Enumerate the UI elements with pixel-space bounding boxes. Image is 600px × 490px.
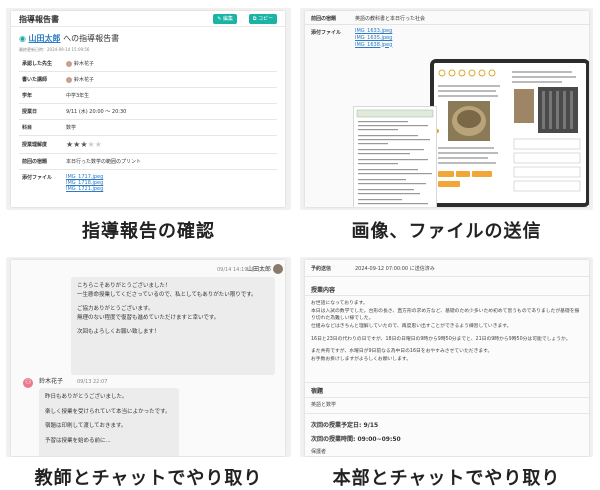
file-link[interactable]: IMG_1721.jpeg [66,186,274,192]
worksheet-preview [353,106,437,207]
worksheet-image [356,109,434,205]
section-title: 宿題 [311,388,324,395]
file-link[interactable]: IMG_1638.jpeg [355,42,392,49]
message-body: お世話になっております。 本日は入試の数学でした。台形の長さ、直方形の求め方など… [311,301,580,363]
uploaded-image-preview [434,63,586,203]
report-header: 指導報告書 ✎ 編集 ⧉ コピー [11,11,285,27]
message-card: 予約送信 2024-09-12 07:00:00 に送信済み 授業内容 お世話に… [305,260,589,456]
section-title: 授業内容 [311,287,336,294]
divider [305,397,589,398]
caption-report: 指導報告の確認 [82,221,215,242]
copy-button[interactable]: ⧉ コピー [248,14,277,24]
avatar [273,264,283,274]
user-icon: ◉ [19,34,26,43]
sender-name: 山田太郎 [247,266,272,273]
table-row: 添付ファイル IMG_1717.jpeg IMG_1718.jpeg IMG_1… [19,170,277,196]
table-row: 授業理解度 ★★★★★ [19,136,277,154]
caption-hq-chat: 本部とチャットでやり取り [332,468,561,489]
star-icon: ★ [94,140,102,149]
student-name-link[interactable]: 山田太郎 [29,34,61,43]
report-panel: 指導報告書 ✎ 編集 ⧉ コピー ◉ 山田太郎 への指導報告書 最終更新日時：2… [6,8,291,210]
send-status-value: 2024-09-12 07:00:00 に送信済み [355,266,435,272]
homework-value: 英語と数学 [311,402,337,408]
table-row: 前回の宿題 本日行った数学の範囲のプリント [19,154,277,170]
avatar: ⚇ [23,378,33,388]
file-link[interactable]: IMG_1633.jpeg [355,28,392,35]
teacher-name: 鈴木花子 [39,378,64,385]
caption-teacher-chat: 教師とチャットでやり取り [34,468,263,489]
avatar [66,60,72,67]
file-link[interactable]: IMG_1635.jpeg [355,35,392,42]
user-icon: ⚇ [25,378,32,386]
chat-card: 09/14 14:19 山田太郎 こちらこそありがとうございました！ 一生懸命授… [11,260,285,456]
rating-stars: ★★★★★ [63,136,277,153]
report-title: 指導報告書 [19,15,59,24]
report-card: 指導報告書 ✎ 編集 ⧉ コピー ◉ 山田太郎 への指導報告書 最終更新日時：2… [11,11,285,207]
student-suffix: への指導報告書 [63,34,120,43]
tablet-preview [430,59,589,207]
table-row: 書いた講師 鈴木花子 [19,72,277,88]
table-row: 承認した先生 鈴木花子 [19,56,277,72]
divider [305,295,589,296]
table-row: 学年 中学3年生 [19,88,277,104]
caption-upload: 画像、ファイルの送信 [351,221,542,242]
hq-chat-panel: 予約送信 2024-09-12 07:00:00 に送信済み 授業内容 お世話に… [300,257,593,457]
divider [305,413,589,414]
student-line: ◉ 山田太郎 への指導報告書 [19,33,119,44]
message-time: 09/13 22:07 [77,379,108,385]
footer-label: 保護者 [311,449,327,455]
last-updated: 最終更新日時：2024-09-14 15:09:56 [19,47,90,52]
teacher-chat-panel: 09/14 14:19 山田太郎 こちらこそありがとうございました！ 一生懸命授… [6,257,291,457]
report-table: 承認した先生 鈴木花子 書いた講師 鈴木花子 学年 中学3年生 授業日 9/11… [19,56,277,196]
next-time: 次回の授業時間: 09:00~09:50 [311,436,401,443]
chat-bubble-teacher: 昨日もありがとうございました。 楽しく授業を受けられていて本当によかったです。 … [39,388,179,456]
star-icon: ★ [87,140,95,149]
edit-button[interactable]: ✎ 編集 [213,14,237,24]
avatar [66,76,72,83]
table-row: 添付ファイル IMG_1633.jpeg IMG_1635.jpeg IMG_1… [311,28,393,49]
table-row: 前回の宿題 英語の教科書と本日行った社会 [305,11,589,25]
upload-panel: 前回の宿題 英語の教科書と本日行った社会 添付ファイル IMG_1633.jpe… [300,8,593,210]
divider [305,382,589,383]
table-row: 授業日 9/11 (水) 20:00 〜 20:30 [19,104,277,120]
send-status-label: 予約送信 [311,266,332,272]
message-time: 09/14 14:19 [217,267,248,273]
next-date: 次回の授業予定日: 9/15 [311,422,379,429]
table-row: 科目 数学 [19,120,277,136]
chat-bubble-own: こちらこそありがとうございました！ 一生懸命授業してくださっているので、私として… [71,277,275,375]
star-icon: ★ [80,140,88,149]
upload-card: 前回の宿題 英語の教科書と本日行った社会 添付ファイル IMG_1633.jpe… [305,11,589,207]
divider [305,276,589,277]
